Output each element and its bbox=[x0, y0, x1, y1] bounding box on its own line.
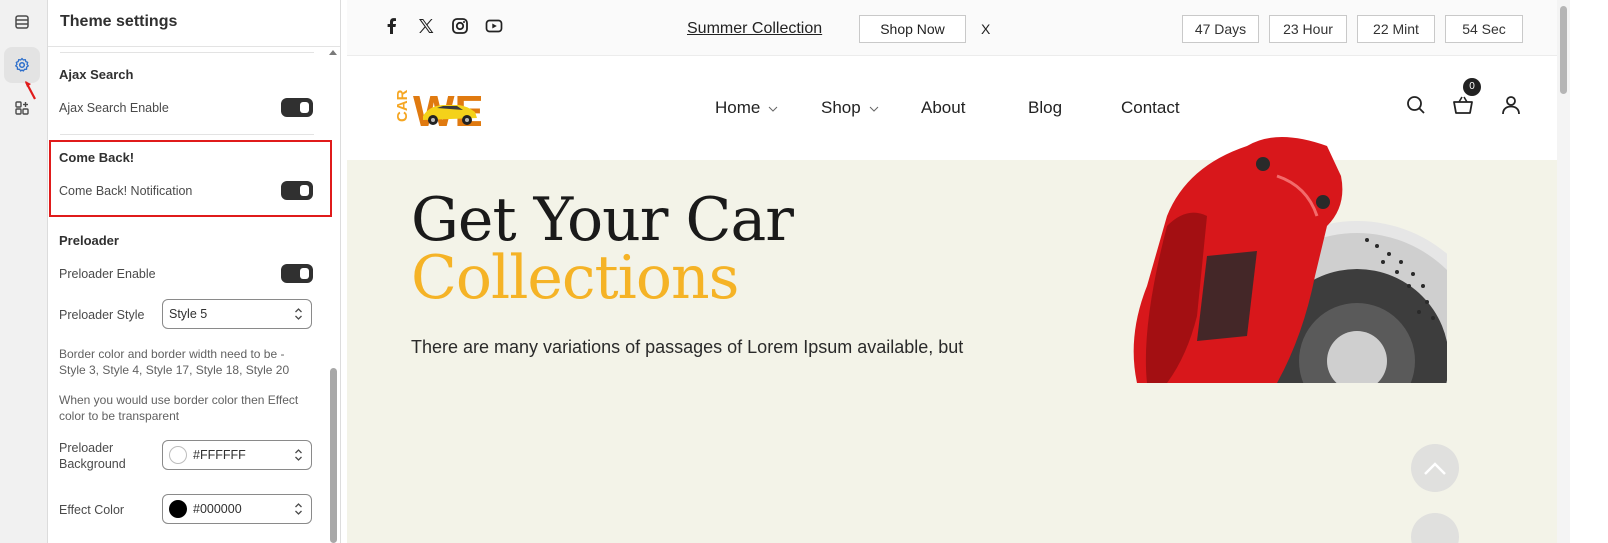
divider bbox=[60, 134, 314, 135]
select-chevron-icon bbox=[295, 503, 302, 515]
nav-about[interactable]: About bbox=[921, 98, 965, 118]
search-icon[interactable] bbox=[1405, 94, 1427, 116]
color-swatch bbox=[169, 500, 187, 518]
preloader-background-label: Preloader Background bbox=[59, 441, 126, 471]
theme-settings-panel: Theme settings Ajax Search Ajax Search E… bbox=[48, 0, 341, 543]
effect-color-picker[interactable]: #000000 bbox=[162, 494, 312, 524]
cart-count-badge: 0 bbox=[1463, 78, 1481, 96]
preloader-style-label: Preloader Style bbox=[59, 308, 145, 322]
nav-home[interactable]: Home bbox=[715, 98, 760, 118]
account-icon[interactable] bbox=[1500, 94, 1522, 116]
select-chevron-icon bbox=[295, 308, 302, 320]
effect-color-label: Effect Color bbox=[59, 503, 125, 517]
panel-header: Theme settings bbox=[48, 0, 340, 47]
countdown-minutes: 22 Mint bbox=[1357, 15, 1435, 43]
theme-settings-button[interactable] bbox=[4, 47, 40, 83]
close-announcement-button[interactable]: X bbox=[981, 21, 990, 37]
ajax-search-title: Ajax Search bbox=[59, 67, 134, 82]
color-swatch bbox=[169, 446, 187, 464]
announcement-bar: Summer Collection Shop Now X 47 Days 23 … bbox=[347, 0, 1557, 56]
come-back-notification-label: Come Back! Notification bbox=[59, 184, 193, 198]
back-to-top-button[interactable] bbox=[1411, 444, 1459, 492]
sections-button[interactable] bbox=[4, 4, 40, 40]
preloader-background-value: #FFFFFF bbox=[193, 448, 246, 462]
gear-icon bbox=[15, 57, 29, 72]
store-preview: Summer Collection Shop Now X 47 Days 23 … bbox=[347, 0, 1608, 543]
brake-caliper-image bbox=[1133, 137, 1447, 383]
scroll-up-arrow-icon[interactable] bbox=[328, 48, 338, 56]
facebook-icon[interactable] bbox=[383, 17, 401, 35]
come-back-notification-toggle[interactable] bbox=[281, 181, 313, 200]
preloader-enable-label: Preloader Enable bbox=[59, 267, 156, 281]
pointer-arrow-icon bbox=[25, 81, 36, 100]
preview-scroll-thumb[interactable] bbox=[1560, 6, 1567, 94]
apps-icon bbox=[15, 101, 29, 115]
x-icon[interactable] bbox=[417, 17, 435, 35]
youtube-icon[interactable] bbox=[485, 17, 503, 35]
effect-color-value: #000000 bbox=[193, 502, 242, 516]
chevron-down-icon bbox=[869, 106, 879, 112]
preloader-enable-toggle[interactable] bbox=[281, 264, 313, 283]
chevron-up-icon bbox=[1424, 462, 1446, 475]
panel-scrollbar[interactable] bbox=[328, 46, 338, 543]
countdown-days: 47 Days bbox=[1182, 15, 1259, 43]
summer-collection-link[interactable]: Summer Collection bbox=[687, 20, 822, 38]
preloader-style-value: Style 5 bbox=[169, 307, 208, 321]
countdown-seconds: 54 Sec bbox=[1445, 15, 1523, 43]
cart-icon[interactable] bbox=[1452, 94, 1474, 116]
ajax-search-enable-label: Ajax Search Enable bbox=[59, 101, 169, 115]
nav-shop[interactable]: Shop bbox=[821, 98, 861, 118]
nav-contact[interactable]: Contact bbox=[1121, 98, 1180, 118]
countdown-hours: 23 Hour bbox=[1269, 15, 1347, 43]
chevron-down-icon bbox=[768, 106, 778, 112]
store-logo[interactable]: CAR WE bbox=[381, 84, 481, 130]
preview-scrollbar[interactable] bbox=[1557, 0, 1608, 543]
preloader-help-text: Border color and border width need to be… bbox=[59, 347, 290, 377]
divider bbox=[60, 52, 314, 53]
editor-sidebar-rail bbox=[0, 0, 48, 543]
preloader-background-picker[interactable]: #FFFFFF bbox=[162, 440, 312, 470]
instagram-icon[interactable] bbox=[451, 17, 469, 35]
svg-text:CAR: CAR bbox=[394, 89, 411, 122]
sections-icon bbox=[15, 15, 29, 29]
come-back-title: Come Back! bbox=[59, 150, 135, 165]
panel-scroll-thumb[interactable] bbox=[330, 368, 337, 543]
preloader-style-select[interactable]: Style 5 bbox=[162, 299, 312, 329]
select-chevron-icon bbox=[295, 449, 302, 461]
preloader-title: Preloader bbox=[59, 233, 119, 248]
panel-title: Theme settings bbox=[60, 13, 178, 30]
ajax-search-toggle[interactable] bbox=[281, 98, 313, 117]
hero-description: There are many variations of passages of… bbox=[411, 337, 964, 357]
nav-blog[interactable]: Blog bbox=[1028, 98, 1062, 118]
preloader-help-text-2: When you would use border color then Eff… bbox=[59, 393, 299, 423]
shop-now-button[interactable]: Shop Now bbox=[859, 15, 966, 43]
hero-title-line2: Collections bbox=[411, 243, 739, 313]
